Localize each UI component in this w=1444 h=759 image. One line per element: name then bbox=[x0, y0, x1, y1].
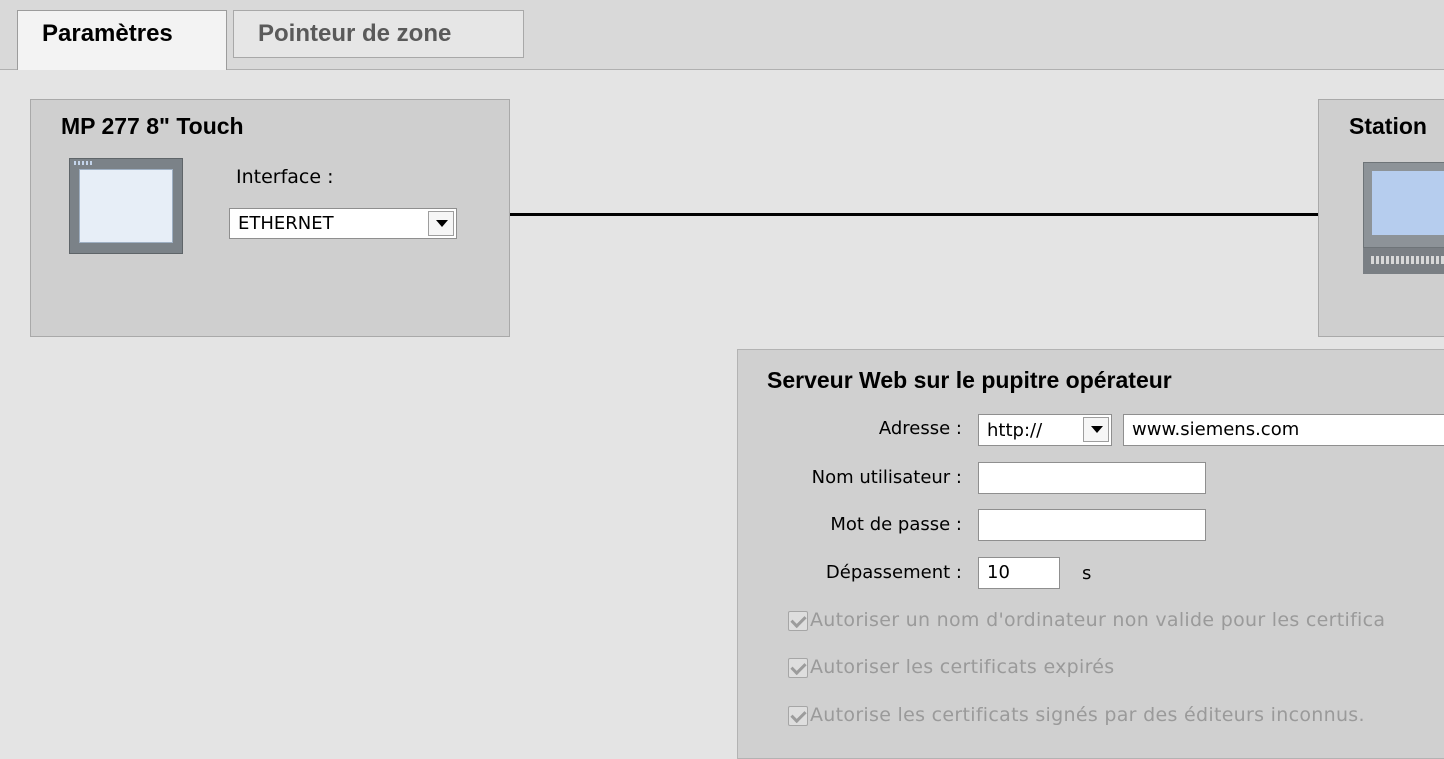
network-connection-line bbox=[510, 213, 1318, 216]
hmi-device-title: MP 277 8" Touch bbox=[61, 113, 244, 139]
interface-select[interactable]: ETHERNET bbox=[229, 208, 457, 239]
checkbox-label: Autoriser un nom d'ordinateur non valide… bbox=[810, 609, 1386, 631]
checkbox-icon[interactable] bbox=[788, 706, 808, 726]
password-label: Mot de passe : bbox=[830, 514, 962, 535]
pc-keyboard bbox=[1363, 248, 1444, 274]
url-input[interactable]: www.siemens.com bbox=[1123, 414, 1444, 446]
pc-station-icon bbox=[1363, 162, 1444, 274]
username-label: Nom utilisateur : bbox=[811, 467, 962, 488]
timeout-input[interactable]: 10 bbox=[978, 557, 1060, 589]
protocol-select[interactable]: http:// bbox=[978, 414, 1112, 446]
chevron-down-icon[interactable] bbox=[428, 211, 454, 236]
pc-monitor-screen bbox=[1372, 171, 1444, 235]
timeout-label: Dépassement : bbox=[825, 562, 962, 583]
station-device-title: Station bbox=[1349, 113, 1427, 139]
interface-select-value: ETHERNET bbox=[238, 213, 334, 234]
protocol-select-value: http:// bbox=[987, 420, 1043, 441]
interface-label: Interface : bbox=[236, 166, 334, 188]
password-input[interactable] bbox=[978, 509, 1206, 541]
hmi-screen bbox=[79, 169, 173, 243]
address-label: Adresse : bbox=[878, 418, 962, 439]
station-device-box[interactable]: Station bbox=[1318, 99, 1444, 337]
checkbox-label: Autorise les certificats signés par des … bbox=[810, 704, 1365, 726]
checkbox-label: Autoriser les certificats expirés bbox=[810, 656, 1115, 678]
checkbox-icon[interactable] bbox=[788, 611, 808, 631]
web-server-title: Serveur Web sur le pupitre opérateur bbox=[767, 367, 1172, 393]
pc-monitor bbox=[1363, 162, 1444, 248]
username-input[interactable] bbox=[978, 462, 1206, 494]
pc-keyboard-keys bbox=[1371, 256, 1444, 264]
tab-pointeur-de-zone[interactable]: Pointeur de zone bbox=[233, 10, 524, 58]
timeout-unit: s bbox=[1082, 563, 1092, 584]
web-server-panel: Serveur Web sur le pupitre opérateur Adr… bbox=[737, 349, 1444, 759]
hmi-panel-icon bbox=[69, 158, 183, 254]
hmi-device-box[interactable]: MP 277 8" Touch Interface : ETHERNET bbox=[30, 99, 510, 337]
hmi-indicator-dots bbox=[74, 161, 92, 165]
tab-parametres[interactable]: Paramètres bbox=[17, 10, 227, 70]
checkbox-icon[interactable] bbox=[788, 658, 808, 678]
chevron-down-icon[interactable] bbox=[1083, 417, 1109, 442]
tab-strip: Paramètres Pointeur de zone bbox=[0, 0, 1444, 70]
